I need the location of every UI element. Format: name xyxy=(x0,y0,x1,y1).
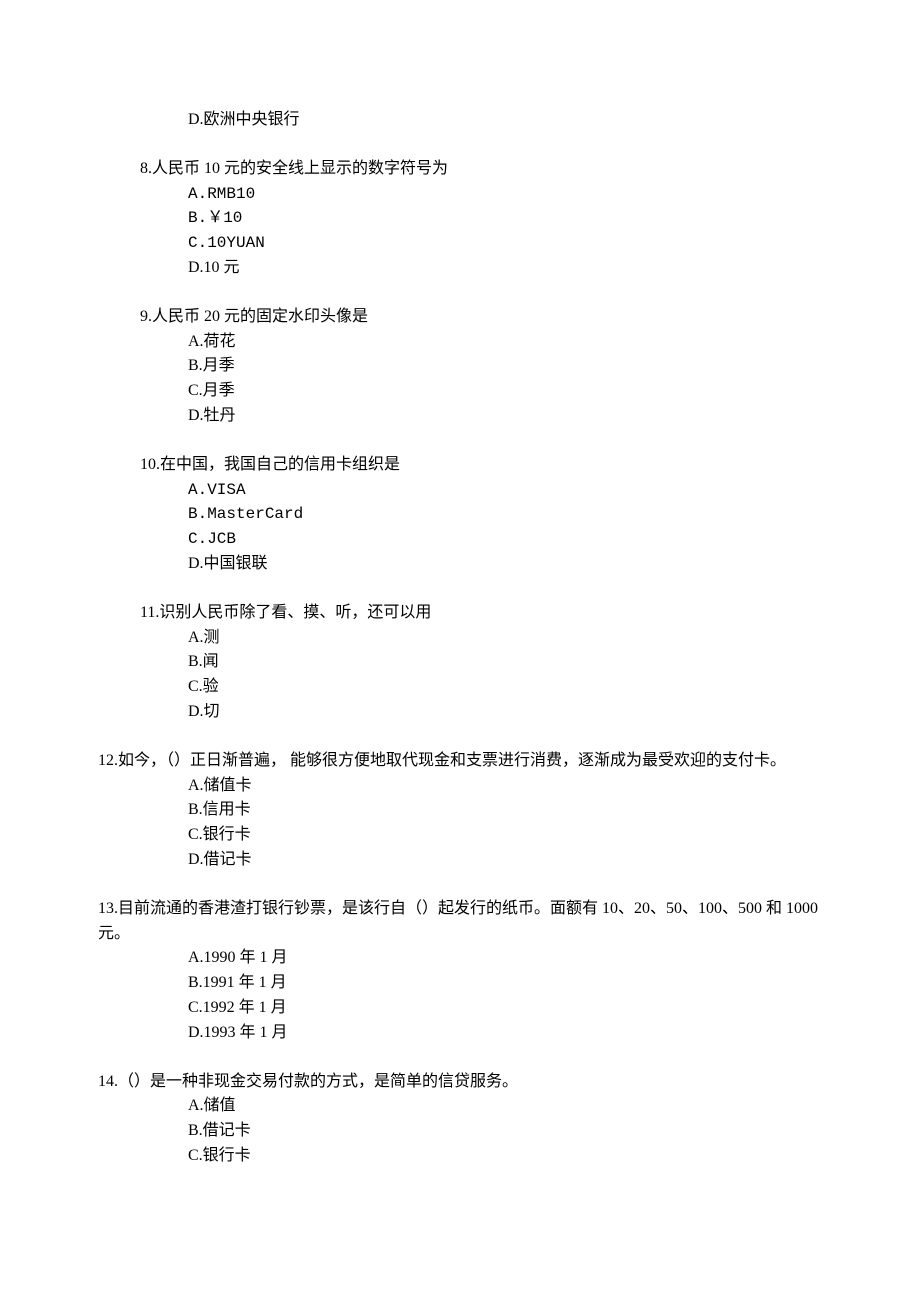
question-options: A.RMB10 B.￥10 C.10YUAN D.10 元 xyxy=(98,182,822,281)
option-c: C.JCB xyxy=(188,527,822,552)
option-b: B.闻 xyxy=(188,650,822,675)
option-c: C.月季 xyxy=(188,379,822,404)
option-b: B.借记卡 xyxy=(188,1119,822,1144)
question-12: 12.如今，（）正日渐普遍， 能够很方便地取代现金和支票进行消费，逐渐成为最受欢… xyxy=(98,749,822,873)
option-c: C.银行卡 xyxy=(188,823,822,848)
option-a: A.测 xyxy=(188,626,822,651)
question-options: A.测 B.闻 C.验 D.切 xyxy=(98,626,822,725)
option-d: D.中国银联 xyxy=(188,552,822,577)
option-text: D.欧洲中央银行 xyxy=(188,111,300,128)
option-a: A.VISA xyxy=(188,478,822,503)
question-stem: 9.人民币 20 元的固定水印头像是 xyxy=(98,305,822,330)
option-a: A.储值 xyxy=(188,1094,822,1119)
option-a: A.荷花 xyxy=(188,330,822,355)
question-stem: 14.（）是一种非现金交易付款的方式，是简单的信贷服务。 xyxy=(98,1070,822,1095)
question-stem: 12.如今，（）正日渐普遍， 能够很方便地取代现金和支票进行消费，逐渐成为最受欢… xyxy=(98,749,822,774)
exam-page: D.欧洲中央银行 8.人民币 10 元的安全线上显示的数字符号为 A.RMB10… xyxy=(0,0,920,1302)
question-stem: 11.识别人民币除了看、摸、听，还可以用 xyxy=(98,601,822,626)
option-a: A.RMB10 xyxy=(188,182,822,207)
question-options: A.荷花 B.月季 C.月季 D.牡丹 xyxy=(98,330,822,429)
option-b: B.MasterCard xyxy=(188,502,822,527)
question-14: 14.（）是一种非现金交易付款的方式，是简单的信贷服务。 A.储值 B.借记卡 … xyxy=(98,1070,822,1169)
question-options: A.储值 B.借记卡 C.银行卡 xyxy=(98,1094,822,1168)
question-stem: 8.人民币 10 元的安全线上显示的数字符号为 xyxy=(98,157,822,182)
question-9: 9.人民币 20 元的固定水印头像是 A.荷花 B.月季 C.月季 D.牡丹 xyxy=(98,305,822,429)
option-a: A.1990 年 1 月 xyxy=(188,946,822,971)
option-d: D.牡丹 xyxy=(188,404,822,429)
option-c: C.验 xyxy=(188,675,822,700)
question-options: A.储值卡 B.信用卡 C.银行卡 D.借记卡 xyxy=(98,774,822,873)
option-b: B.1991 年 1 月 xyxy=(188,971,822,996)
option-b: B.月季 xyxy=(188,354,822,379)
question-8: 8.人民币 10 元的安全线上显示的数字符号为 A.RMB10 B.￥10 C.… xyxy=(98,157,822,281)
question-options: A.VISA B.MasterCard C.JCB D.中国银联 xyxy=(98,478,822,577)
option-b: B.￥10 xyxy=(188,206,822,231)
question-11: 11.识别人民币除了看、摸、听，还可以用 A.测 B.闻 C.验 D.切 xyxy=(98,601,822,725)
option-a: A.储值卡 xyxy=(188,774,822,799)
question-options: A.1990 年 1 月 B.1991 年 1 月 C.1992 年 1 月 D… xyxy=(98,946,822,1045)
option-c: C.10YUAN xyxy=(188,231,822,256)
option-c: C.1992 年 1 月 xyxy=(188,996,822,1021)
orphan-option-d: D.欧洲中央银行 xyxy=(98,108,822,133)
option-d: D.切 xyxy=(188,700,822,725)
option-d: D.1993 年 1 月 xyxy=(188,1021,822,1046)
option-b: B.信用卡 xyxy=(188,798,822,823)
question-stem: 10.在中国，我国自己的信用卡组织是 xyxy=(98,453,822,478)
option-d: D.借记卡 xyxy=(188,848,822,873)
question-10: 10.在中国，我国自己的信用卡组织是 A.VISA B.MasterCard C… xyxy=(98,453,822,577)
option-d: D.10 元 xyxy=(188,256,822,281)
question-13: 13.目前流通的香港渣打银行钞票，是该行自（）起发行的纸币。面额有 10、20、… xyxy=(98,897,822,1046)
option-c: C.银行卡 xyxy=(188,1144,822,1169)
question-stem: 13.目前流通的香港渣打银行钞票，是该行自（）起发行的纸币。面额有 10、20、… xyxy=(98,897,822,947)
